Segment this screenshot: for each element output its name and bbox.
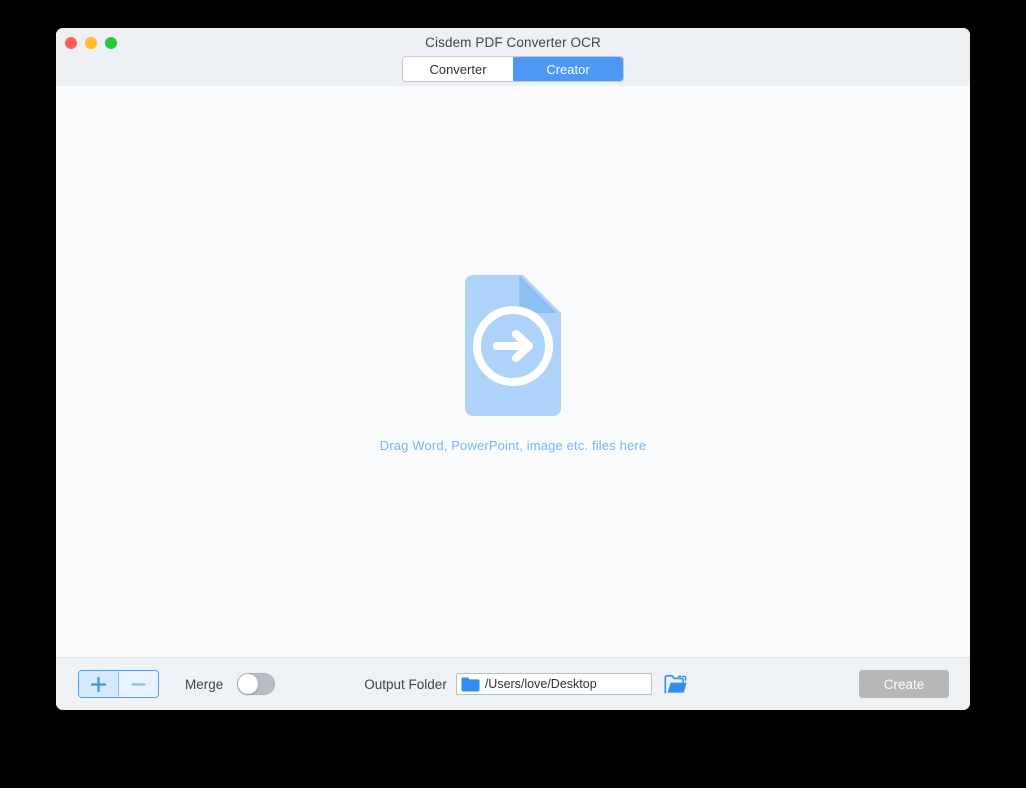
dropzone-hint: Drag Word, PowerPoint, image etc. files …: [379, 437, 647, 453]
screen: Cisdem PDF Converter OCR Converter Creat…: [0, 0, 1026, 788]
tab-converter[interactable]: Converter: [403, 57, 513, 81]
output-folder-label: Output Folder: [364, 676, 447, 692]
plus-icon: [91, 676, 106, 692]
tab-creator[interactable]: Creator: [513, 57, 623, 81]
minus-icon: [131, 682, 146, 686]
add-remove-group: [78, 670, 159, 698]
folder-icon: [461, 677, 480, 691]
mode-segmented-control: Converter Creator: [402, 56, 624, 82]
merge-label: Merge: [185, 676, 224, 692]
app-window: Cisdem PDF Converter OCR Converter Creat…: [56, 28, 970, 710]
bottom-toolbar: Merge Output Folder /Users/love/Desktop: [56, 657, 970, 710]
open-folder-icon: [664, 674, 687, 693]
dropzone-content: Drag Word, PowerPoint, image etc. files …: [379, 274, 647, 453]
drop-area[interactable]: Drag Word, PowerPoint, image etc. files …: [56, 86, 970, 657]
document-import-arrow-icon: [464, 274, 561, 416]
output-folder-path: /Users/love/Desktop: [484, 677, 597, 691]
merge-toggle-knob: [238, 674, 259, 694]
add-file-button[interactable]: [79, 671, 118, 697]
create-button[interactable]: Create: [859, 670, 949, 698]
merge-toggle[interactable]: [237, 673, 276, 695]
remove-file-button[interactable]: [118, 671, 158, 697]
window-title: Cisdem PDF Converter OCR: [425, 35, 601, 50]
browse-folder-button[interactable]: [664, 674, 688, 695]
output-folder-input[interactable]: /Users/love/Desktop: [455, 673, 652, 695]
title-bar: Cisdem PDF Converter OCR Converter Creat…: [56, 28, 970, 86]
